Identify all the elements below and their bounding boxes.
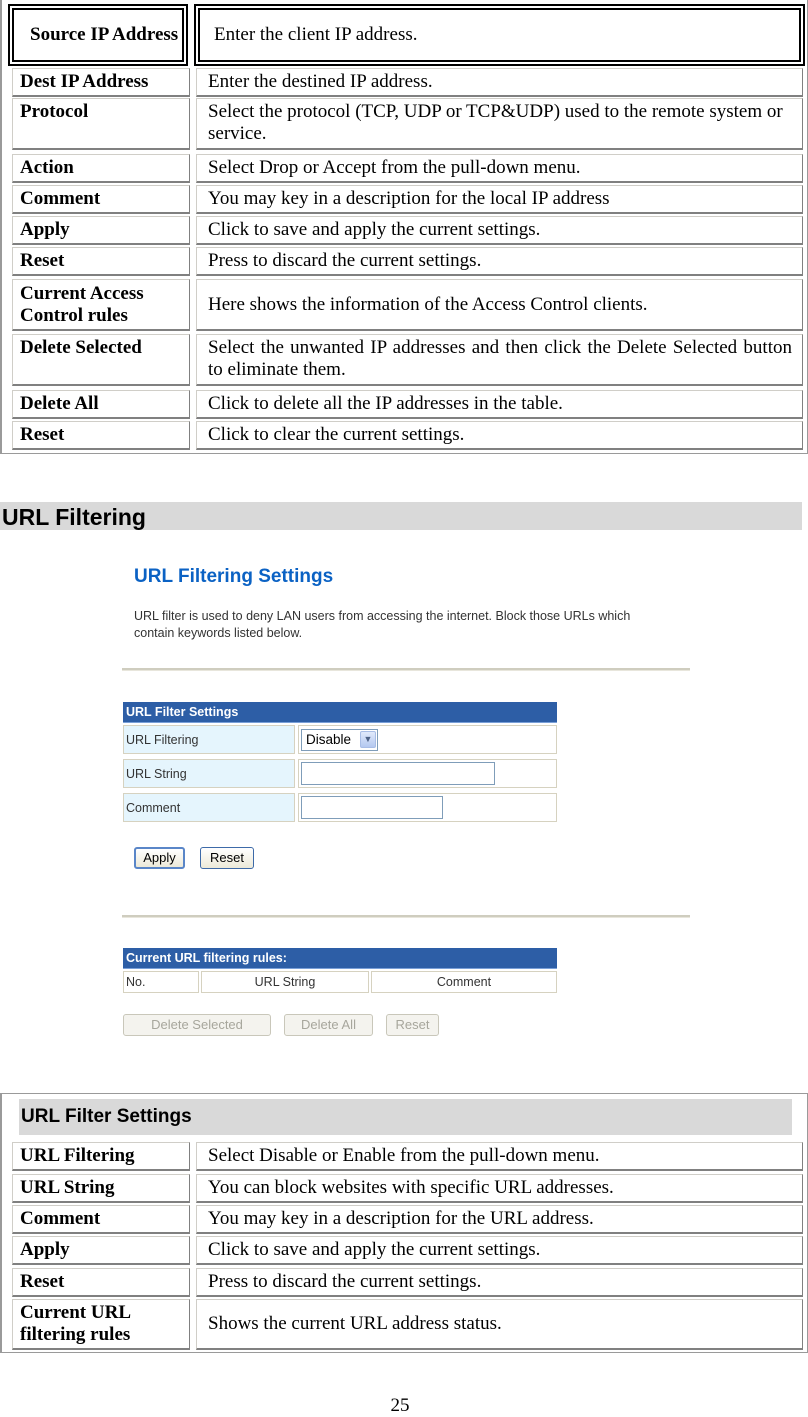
setting-row-url-string: URL String bbox=[123, 757, 557, 788]
table-row: Comment You may key in a description for… bbox=[2, 185, 807, 214]
table-row: Source IP Address Enter the client IP ad… bbox=[2, 4, 807, 66]
table-row: Current URL filtering rules Shows the cu… bbox=[2, 1299, 807, 1350]
row-key: Current Access Control rules bbox=[12, 279, 190, 331]
row-value: Select the protocol (TCP, UDP or TCP&UDP… bbox=[196, 98, 803, 150]
setting-row-url-filtering: URL Filtering Disable ▼ bbox=[123, 723, 557, 754]
row-value: You can block websites with specific URL… bbox=[196, 1174, 803, 1203]
table-row: Reset Press to discard the current setti… bbox=[2, 1268, 807, 1297]
row-key: Reset bbox=[12, 247, 190, 276]
table-row: Apply Click to save and apply the curren… bbox=[2, 1236, 807, 1265]
row-value: Press to discard the current settings. bbox=[196, 247, 803, 276]
divider bbox=[122, 915, 690, 918]
url-filter-settings-panel: URL Filter Settings URL Filtering Disabl… bbox=[123, 702, 557, 824]
table-row: URL String You can block websites with s… bbox=[2, 1174, 807, 1203]
row-key: Delete All bbox=[12, 390, 190, 419]
setting-label: URL Filtering bbox=[123, 725, 295, 754]
row-value: Select Disable or Enable from the pull-d… bbox=[196, 1142, 803, 1171]
screenshot-description: URL filter is used to deny LAN users fro… bbox=[134, 609, 631, 640]
row-key: Reset bbox=[12, 1268, 190, 1297]
table-row: Delete All Click to delete all the IP ad… bbox=[2, 390, 807, 419]
rules-reset-button[interactable]: Reset bbox=[386, 1014, 439, 1036]
row-value: Here shows the information of the Access… bbox=[196, 279, 803, 331]
setting-row-comment: Comment bbox=[123, 791, 557, 822]
selected-value: Disable bbox=[306, 732, 352, 747]
setting-field: Disable ▼ bbox=[298, 725, 557, 754]
access-control-description-table: Source IP Address Enter the client IP ad… bbox=[0, 0, 808, 454]
row-key: Dest IP Address bbox=[12, 68, 190, 97]
divider bbox=[122, 668, 690, 671]
setting-label: Comment bbox=[123, 793, 295, 822]
row-key: Delete Selected bbox=[12, 334, 190, 386]
table-row: Dest IP Address Enter the destined IP ad… bbox=[2, 68, 807, 97]
row-key: Apply bbox=[12, 1236, 190, 1265]
panel-header: URL Filter Settings bbox=[123, 702, 557, 723]
rules-column-headers: No. URL String Comment bbox=[123, 969, 557, 993]
row-key: Comment bbox=[12, 1205, 190, 1234]
row-key: Current URL filtering rules bbox=[12, 1299, 190, 1350]
row-key: Apply bbox=[12, 216, 190, 245]
row-key: Protocol bbox=[12, 98, 190, 150]
url-string-input[interactable] bbox=[301, 762, 495, 785]
row-key: URL Filtering bbox=[12, 1142, 190, 1171]
url-filter-description-table: URL Filter Settings URL Filtering Select… bbox=[0, 1093, 808, 1353]
row-value: Enter the destined IP address. bbox=[196, 68, 803, 97]
table-row: URL Filtering Select Disable or Enable f… bbox=[2, 1142, 807, 1171]
row-value: Enter the client IP address. bbox=[194, 4, 805, 66]
row-value: Select the unwanted IP addresses and the… bbox=[196, 334, 803, 386]
table-row: Reset Click to clear the current setting… bbox=[2, 421, 807, 450]
comment-input[interactable] bbox=[301, 796, 443, 819]
row-value: Shows the current URL address status. bbox=[196, 1299, 803, 1350]
row-value: Click to save and apply the current sett… bbox=[196, 216, 803, 245]
table-header: URL Filter Settings bbox=[19, 1099, 792, 1135]
page-number: 25 bbox=[390, 1395, 410, 1416]
table-row: Delete Selected Select the unwanted IP a… bbox=[2, 334, 807, 386]
row-value: Click to clear the current settings. bbox=[196, 421, 803, 450]
section-heading: URL Filtering bbox=[0, 502, 802, 530]
apply-button[interactable]: Apply bbox=[134, 847, 185, 869]
column-header-url-string: URL String bbox=[201, 971, 369, 993]
setting-label: URL String bbox=[123, 759, 295, 788]
row-key: Comment bbox=[12, 185, 190, 214]
delete-selected-button[interactable]: Delete Selected bbox=[123, 1014, 271, 1036]
current-rules-panel: Current URL filtering rules: No. URL Str… bbox=[123, 948, 557, 994]
row-value: Click to delete all the IP addresses in … bbox=[196, 390, 803, 419]
chevron-down-icon[interactable]: ▼ bbox=[360, 731, 376, 748]
panel-header: Current URL filtering rules: bbox=[123, 948, 557, 969]
table-row: Action Select Drop or Accept from the pu… bbox=[2, 154, 807, 183]
setting-field bbox=[298, 759, 557, 788]
column-header-comment: Comment bbox=[371, 971, 557, 993]
url-filtering-select[interactable]: Disable ▼ bbox=[301, 728, 378, 751]
table-row: Comment You may key in a description for… bbox=[2, 1205, 807, 1234]
screenshot-title: URL Filtering Settings bbox=[134, 566, 334, 587]
url-filtering-screenshot: URL Filtering Settings URL filter is use… bbox=[110, 550, 700, 1050]
row-value: You may key in a description for the URL… bbox=[196, 1205, 803, 1234]
row-value: Click to save and apply the current sett… bbox=[196, 1236, 803, 1265]
row-key: URL String bbox=[12, 1174, 190, 1203]
row-key: Source IP Address bbox=[8, 4, 188, 66]
table-row: Apply Click to save and apply the curren… bbox=[2, 216, 807, 245]
reset-button[interactable]: Reset bbox=[200, 847, 254, 869]
row-value: Select Drop or Accept from the pull-down… bbox=[196, 154, 803, 183]
column-header-no: No. bbox=[123, 971, 199, 993]
setting-field bbox=[298, 793, 557, 822]
table-row: Reset Press to discard the current setti… bbox=[2, 247, 807, 276]
row-key: Action bbox=[12, 154, 190, 183]
delete-all-button[interactable]: Delete All bbox=[284, 1014, 373, 1036]
row-key: Reset bbox=[12, 421, 190, 450]
row-value: You may key in a description for the loc… bbox=[196, 185, 803, 214]
table-row: Current Access Control rules Here shows … bbox=[2, 279, 807, 331]
table-row: Protocol Select the protocol (TCP, UDP o… bbox=[2, 98, 807, 150]
row-value: Press to discard the current settings. bbox=[196, 1268, 803, 1297]
